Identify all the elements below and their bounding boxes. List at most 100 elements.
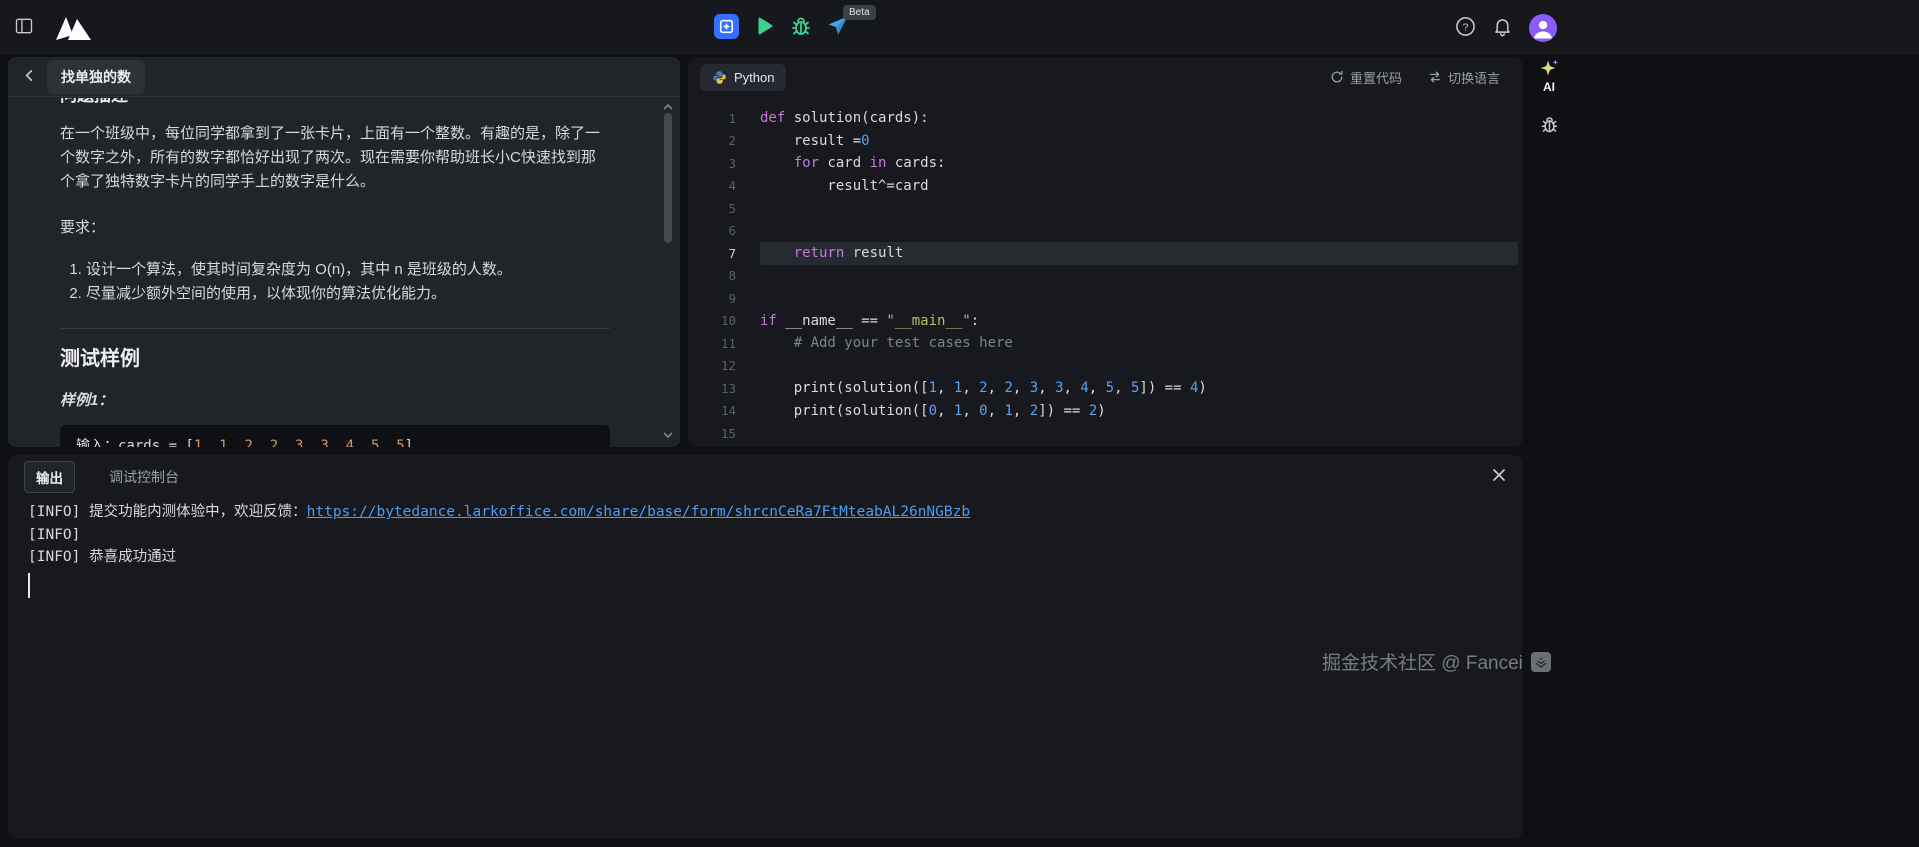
ai-assistant-button[interactable]: AI: [1538, 57, 1560, 94]
insert-button[interactable]: [714, 14, 739, 42]
code-token: print(solution([: [760, 380, 929, 396]
samples-heading: 测试样例: [60, 347, 610, 371]
code-text: for card in cards:: [760, 152, 1518, 175]
code-text: # Add your test cases here: [760, 332, 1518, 355]
code-token: result: [844, 245, 903, 261]
code-token: ): [1198, 380, 1206, 396]
code-token: ,: [329, 438, 346, 447]
code-token: [760, 245, 794, 261]
log-level-prefix: [INFO]: [28, 527, 80, 543]
insert-icon: [714, 14, 739, 42]
code-line-12[interactable]: 12: [688, 355, 1522, 378]
sample-code-block: 输入：cards = [1, 1, 2, 2, 3, 3, 4, 5, 5]输出…: [60, 425, 610, 447]
code-token: 5: [396, 438, 404, 447]
line-number: 7: [688, 246, 736, 261]
problem-content[interactable]: 问题描述 在一个班级中，每位同学都拿到了一张卡片，上面有一个整数。有趣的是，除了…: [60, 98, 610, 447]
code-text: [760, 355, 1518, 378]
user-avatar[interactable]: [1529, 14, 1557, 42]
log-level-prefix: [INFO]: [28, 549, 80, 565]
sidebar-toggle-icon: [14, 16, 34, 39]
code-text: [760, 422, 1518, 445]
run-button[interactable]: [752, 14, 776, 41]
code-token: # Add your test cases here: [760, 335, 1013, 351]
code-token: 0: [979, 403, 987, 419]
code-token: ,: [278, 438, 295, 447]
run-tests-button[interactable]: [789, 14, 813, 41]
console-lines[interactable]: [INFO] 提交功能内测体验中，欢迎反馈：https://bytedance.…: [28, 501, 1502, 598]
code-text: def solution(cards):: [760, 107, 1518, 130]
code-line-10[interactable]: 10if __name__ == "__main__":: [688, 310, 1522, 333]
chevron-left-icon: [22, 68, 37, 86]
code-token: :: [971, 313, 979, 329]
line-number: 1: [688, 111, 736, 126]
code-line-7[interactable]: 7 return result: [688, 242, 1522, 265]
problem-panel: 找单独的数 问题描述 在一个班级中，每位同学都拿到了一张卡片，上面有一个整数。有…: [8, 57, 680, 447]
scroll-down-icon[interactable]: [662, 431, 674, 439]
code-token: 2: [244, 438, 252, 447]
problem-title[interactable]: 找单独的数: [47, 60, 145, 94]
requirements-list: 设计一个算法，使其时间复杂度为 O(n)，其中 n 是班级的人数。尽量减少额外空…: [60, 258, 610, 306]
code-token: ): [1097, 403, 1105, 419]
code-line-1[interactable]: 1 def solution(cards):: [688, 107, 1522, 130]
console-panel: 输出调试控制台 [INFO] 提交功能内测体验中，欢迎反馈：https://by…: [8, 455, 1522, 839]
back-button[interactable]: [22, 68, 37, 86]
code-text: [760, 197, 1518, 220]
code-token: 1: [219, 438, 227, 447]
console-close-button[interactable]: [1492, 468, 1506, 485]
code-token: 4: [346, 438, 354, 447]
refresh-icon: [1330, 70, 1344, 84]
problem-panel-header: 找单独的数: [8, 57, 680, 97]
debug-bug-icon: [1539, 114, 1560, 138]
code-line-9[interactable]: 9: [688, 287, 1522, 310]
juejin-logo-icon: [1531, 652, 1551, 672]
beta-badge: Beta: [843, 5, 876, 20]
code-token: ,: [937, 403, 954, 419]
close-icon: [1492, 470, 1506, 485]
code-lines[interactable]: 1 def solution(cards):2 result =03 for ca…: [688, 98, 1522, 447]
code-line-6[interactable]: 6: [688, 220, 1522, 243]
code-line-8[interactable]: 8: [688, 265, 1522, 288]
code-token: ,: [962, 380, 979, 396]
code-token: 输入：cards = [: [76, 438, 194, 447]
code-token: ]: [405, 438, 413, 447]
code-token: ]) ==: [1139, 380, 1190, 396]
topbar: Beta ?: [0, 0, 1919, 55]
code-token: 1: [929, 380, 937, 396]
code-line-11[interactable]: 11 # Add your test cases here: [688, 332, 1522, 355]
reset-code-label: 重置代码: [1350, 68, 1402, 87]
code-token: ,: [303, 438, 320, 447]
editor-panel: Python 重置代码 切换语言 1 def solution(cards):2 …: [688, 57, 1522, 447]
code-line-2[interactable]: 2 result =0: [688, 130, 1522, 153]
play-icon: [752, 14, 776, 41]
code-token: ,: [962, 403, 979, 419]
code-line-15[interactable]: 15: [688, 422, 1522, 445]
notifications-button[interactable]: [1492, 15, 1513, 40]
console-tab-debug-console[interactable]: 调试控制台: [97, 461, 191, 493]
sidebar-toggle-button[interactable]: [14, 16, 34, 39]
language-selector[interactable]: Python: [700, 64, 786, 91]
code-line-14[interactable]: 14 print(solution([0, 1, 0, 1, 2]) == 2): [688, 400, 1522, 423]
code-line-4[interactable]: 4 result^=card: [688, 175, 1522, 198]
code-token: 1: [954, 380, 962, 396]
scroll-up-icon[interactable]: [662, 103, 674, 111]
code-token: 5: [1131, 380, 1139, 396]
code-token: ]) ==: [1038, 403, 1089, 419]
feedback-link[interactable]: https://bytedance.larkoffice.com/share/b…: [307, 504, 970, 520]
console-tab-output[interactable]: 输出: [24, 461, 75, 493]
marscode-logo-icon[interactable]: [54, 14, 94, 42]
reset-code-button[interactable]: 重置代码: [1330, 68, 1402, 87]
code-token: 5: [1106, 380, 1114, 396]
switch-language-button[interactable]: 切换语言: [1428, 68, 1500, 87]
code-token: 4: [1190, 380, 1198, 396]
line-number: 12: [688, 358, 736, 373]
code-line-3[interactable]: 3 for card in cards:: [688, 152, 1522, 175]
code-token: def: [760, 110, 785, 126]
line-number: 4: [688, 178, 736, 193]
code-text: result =0: [760, 130, 1518, 153]
code-line-13[interactable]: 13 print(solution([1, 1, 2, 2, 3, 3, 4, …: [688, 377, 1522, 400]
language-label: Python: [734, 70, 774, 85]
code-line-5[interactable]: 5: [688, 197, 1522, 220]
debug-panel-button[interactable]: [1539, 114, 1560, 138]
help-button[interactable]: ?: [1455, 16, 1476, 40]
problem-scrollbar[interactable]: [664, 113, 672, 243]
